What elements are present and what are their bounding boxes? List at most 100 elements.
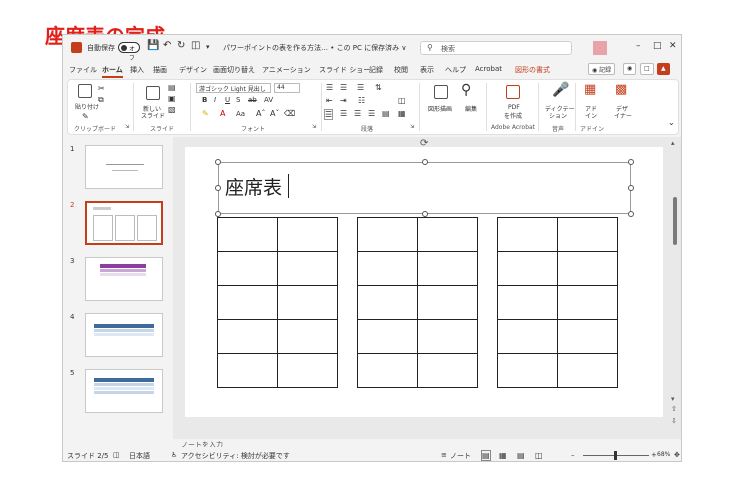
scrollbar-thumb[interactable] <box>673 197 677 245</box>
record-button[interactable]: ◉ 記録 <box>588 63 616 75</box>
table-cell[interactable] <box>497 217 558 252</box>
previous-slide-icon[interactable]: ⇧ <box>671 405 677 413</box>
tab-acrobat[interactable]: Acrobat <box>475 65 502 73</box>
scroll-up-icon[interactable]: ▴ <box>671 139 675 147</box>
font-name-select[interactable]: 游ゴシック Light 見出し <box>196 83 271 93</box>
fit-slide-icon[interactable]: ✥ <box>674 451 680 459</box>
slide-thumbnail-5[interactable] <box>85 369 163 413</box>
designer-label-2[interactable]: イナー <box>614 111 632 120</box>
table-cell[interactable] <box>557 217 618 252</box>
table-cell[interactable] <box>357 251 418 286</box>
table-cell[interactable] <box>277 217 338 252</box>
underline-icon[interactable]: U <box>225 96 230 104</box>
slideshow-icon[interactable]: ◫ <box>535 451 543 460</box>
table-cell[interactable] <box>557 353 618 388</box>
pdf-label-2[interactable]: を作成 <box>504 111 522 120</box>
table-cell[interactable] <box>417 353 478 388</box>
vertical-scrollbar[interactable]: ▴ ▾ ⇧ ⇩ <box>670 137 681 439</box>
scroll-down-icon[interactable]: ▾ <box>671 395 675 403</box>
document-title[interactable]: パワーポイントの表を作る方法… • この PC に保存済み ∨ <box>223 43 407 53</box>
normal-view-icon[interactable]: ▤ <box>481 450 491 461</box>
tab-home[interactable]: ホーム <box>102 65 123 78</box>
dictate-label-2[interactable]: ション <box>549 111 567 120</box>
accessibility-status[interactable]: アクセシビリティ: 検討が必要です <box>181 451 290 461</box>
numbering-icon[interactable]: ☰ <box>340 83 347 92</box>
table-cell[interactable] <box>357 353 418 388</box>
italic-icon[interactable]: I <box>214 96 216 104</box>
table-cell[interactable] <box>217 217 278 252</box>
table-cell[interactable] <box>217 353 278 388</box>
accessibility-icon[interactable]: ♿ <box>171 451 177 459</box>
distribute-icon[interactable]: ▤ <box>382 109 390 118</box>
increase-indent-icon[interactable]: ⇥ <box>340 96 347 105</box>
bold-icon[interactable]: B <box>202 96 207 104</box>
bullets-icon[interactable]: ☰ <box>326 83 333 92</box>
comments-icon[interactable]: □ <box>640 63 654 75</box>
table-cell[interactable] <box>497 353 558 388</box>
paragraph-launcher-icon[interactable]: ⇲ <box>410 124 414 130</box>
spell-check-icon[interactable]: ◫ <box>113 451 120 459</box>
resize-handle[interactable] <box>628 185 634 191</box>
font-color-icon[interactable]: A <box>220 109 225 118</box>
redo-icon[interactable]: ↻ <box>177 40 185 51</box>
table-cell[interactable] <box>557 251 618 286</box>
tab-review[interactable]: 校閲 <box>394 65 408 75</box>
slide-thumbnail-4[interactable] <box>85 313 163 357</box>
columns-icon[interactable]: ☷ <box>358 96 365 105</box>
table-cell[interactable] <box>277 319 338 354</box>
tab-design[interactable]: デザイン <box>179 65 207 75</box>
save-icon[interactable]: 💾 <box>147 40 159 51</box>
camera-icon[interactable]: ◉ <box>623 63 637 75</box>
table-cell[interactable] <box>357 319 418 354</box>
avatar[interactable] <box>593 41 607 55</box>
seat-table-1[interactable] <box>217 217 338 388</box>
close-icon[interactable]: ✕ <box>669 41 677 51</box>
font-size-select[interactable]: 44 <box>274 83 300 93</box>
table-cell[interactable] <box>217 319 278 354</box>
tab-insert[interactable]: 挿入 <box>130 65 144 75</box>
tab-animations[interactable]: アニメーション <box>262 65 311 75</box>
smartart-icon[interactable]: ▦ <box>398 109 406 118</box>
slide-thumbnail-2[interactable] <box>85 201 163 245</box>
notes-button-label[interactable]: ノート <box>450 451 471 461</box>
decrease-indent-icon[interactable]: ⇤ <box>326 96 333 105</box>
addin-label-2[interactable]: イン <box>585 111 597 120</box>
table-cell[interactable] <box>417 285 478 320</box>
table-cell[interactable] <box>277 285 338 320</box>
slide-thumbnail-3[interactable] <box>85 257 163 301</box>
edit-label[interactable]: 編集 <box>465 104 477 113</box>
text-direction-icon[interactable]: ⇅ <box>375 83 382 92</box>
share-icon[interactable]: ▲ <box>657 63 670 75</box>
table-cell[interactable] <box>417 217 478 252</box>
slide-title[interactable]: 座席表 <box>225 173 282 200</box>
table-cell[interactable] <box>557 319 618 354</box>
shapes-label[interactable]: 図形描画 <box>428 104 452 113</box>
table-cell[interactable] <box>497 251 558 286</box>
tab-draw[interactable]: 描画 <box>153 65 167 75</box>
table-cell[interactable] <box>277 251 338 286</box>
search-box[interactable]: ⚲ 検索 <box>420 41 572 55</box>
resize-handle[interactable] <box>628 159 634 165</box>
slide-canvas[interactable]: ⟳ 座席表 <box>185 138 663 417</box>
tab-help[interactable]: ヘルプ <box>445 65 466 75</box>
paste-icon[interactable] <box>78 84 92 98</box>
resize-handle[interactable] <box>215 159 221 165</box>
reset-icon[interactable]: ▣ <box>168 94 176 103</box>
table-cell[interactable] <box>357 285 418 320</box>
strikethrough-icon[interactable]: ab <box>248 96 257 104</box>
zoom-in-icon[interactable]: + <box>651 451 657 459</box>
tab-shape-format[interactable]: 図形の書式 <box>515 65 550 75</box>
table-cell[interactable] <box>557 285 618 320</box>
shrink-font-icon[interactable]: Aˇ <box>270 109 279 118</box>
align-text-icon[interactable]: ◫ <box>398 96 406 105</box>
section-icon[interactable]: ▧ <box>168 105 176 114</box>
table-cell[interactable] <box>217 251 278 286</box>
copy-icon[interactable]: ⧉ <box>98 95 104 105</box>
next-slide-icon[interactable]: ⇩ <box>671 417 677 425</box>
reading-view-icon[interactable]: ▤ <box>517 451 525 460</box>
tab-record[interactable]: 記録 <box>369 65 383 75</box>
minimize-icon[interactable]: – <box>636 41 641 51</box>
shadow-icon[interactable]: S <box>236 96 240 104</box>
zoom-out-icon[interactable]: – <box>571 451 575 459</box>
seat-table-2[interactable] <box>357 217 478 388</box>
